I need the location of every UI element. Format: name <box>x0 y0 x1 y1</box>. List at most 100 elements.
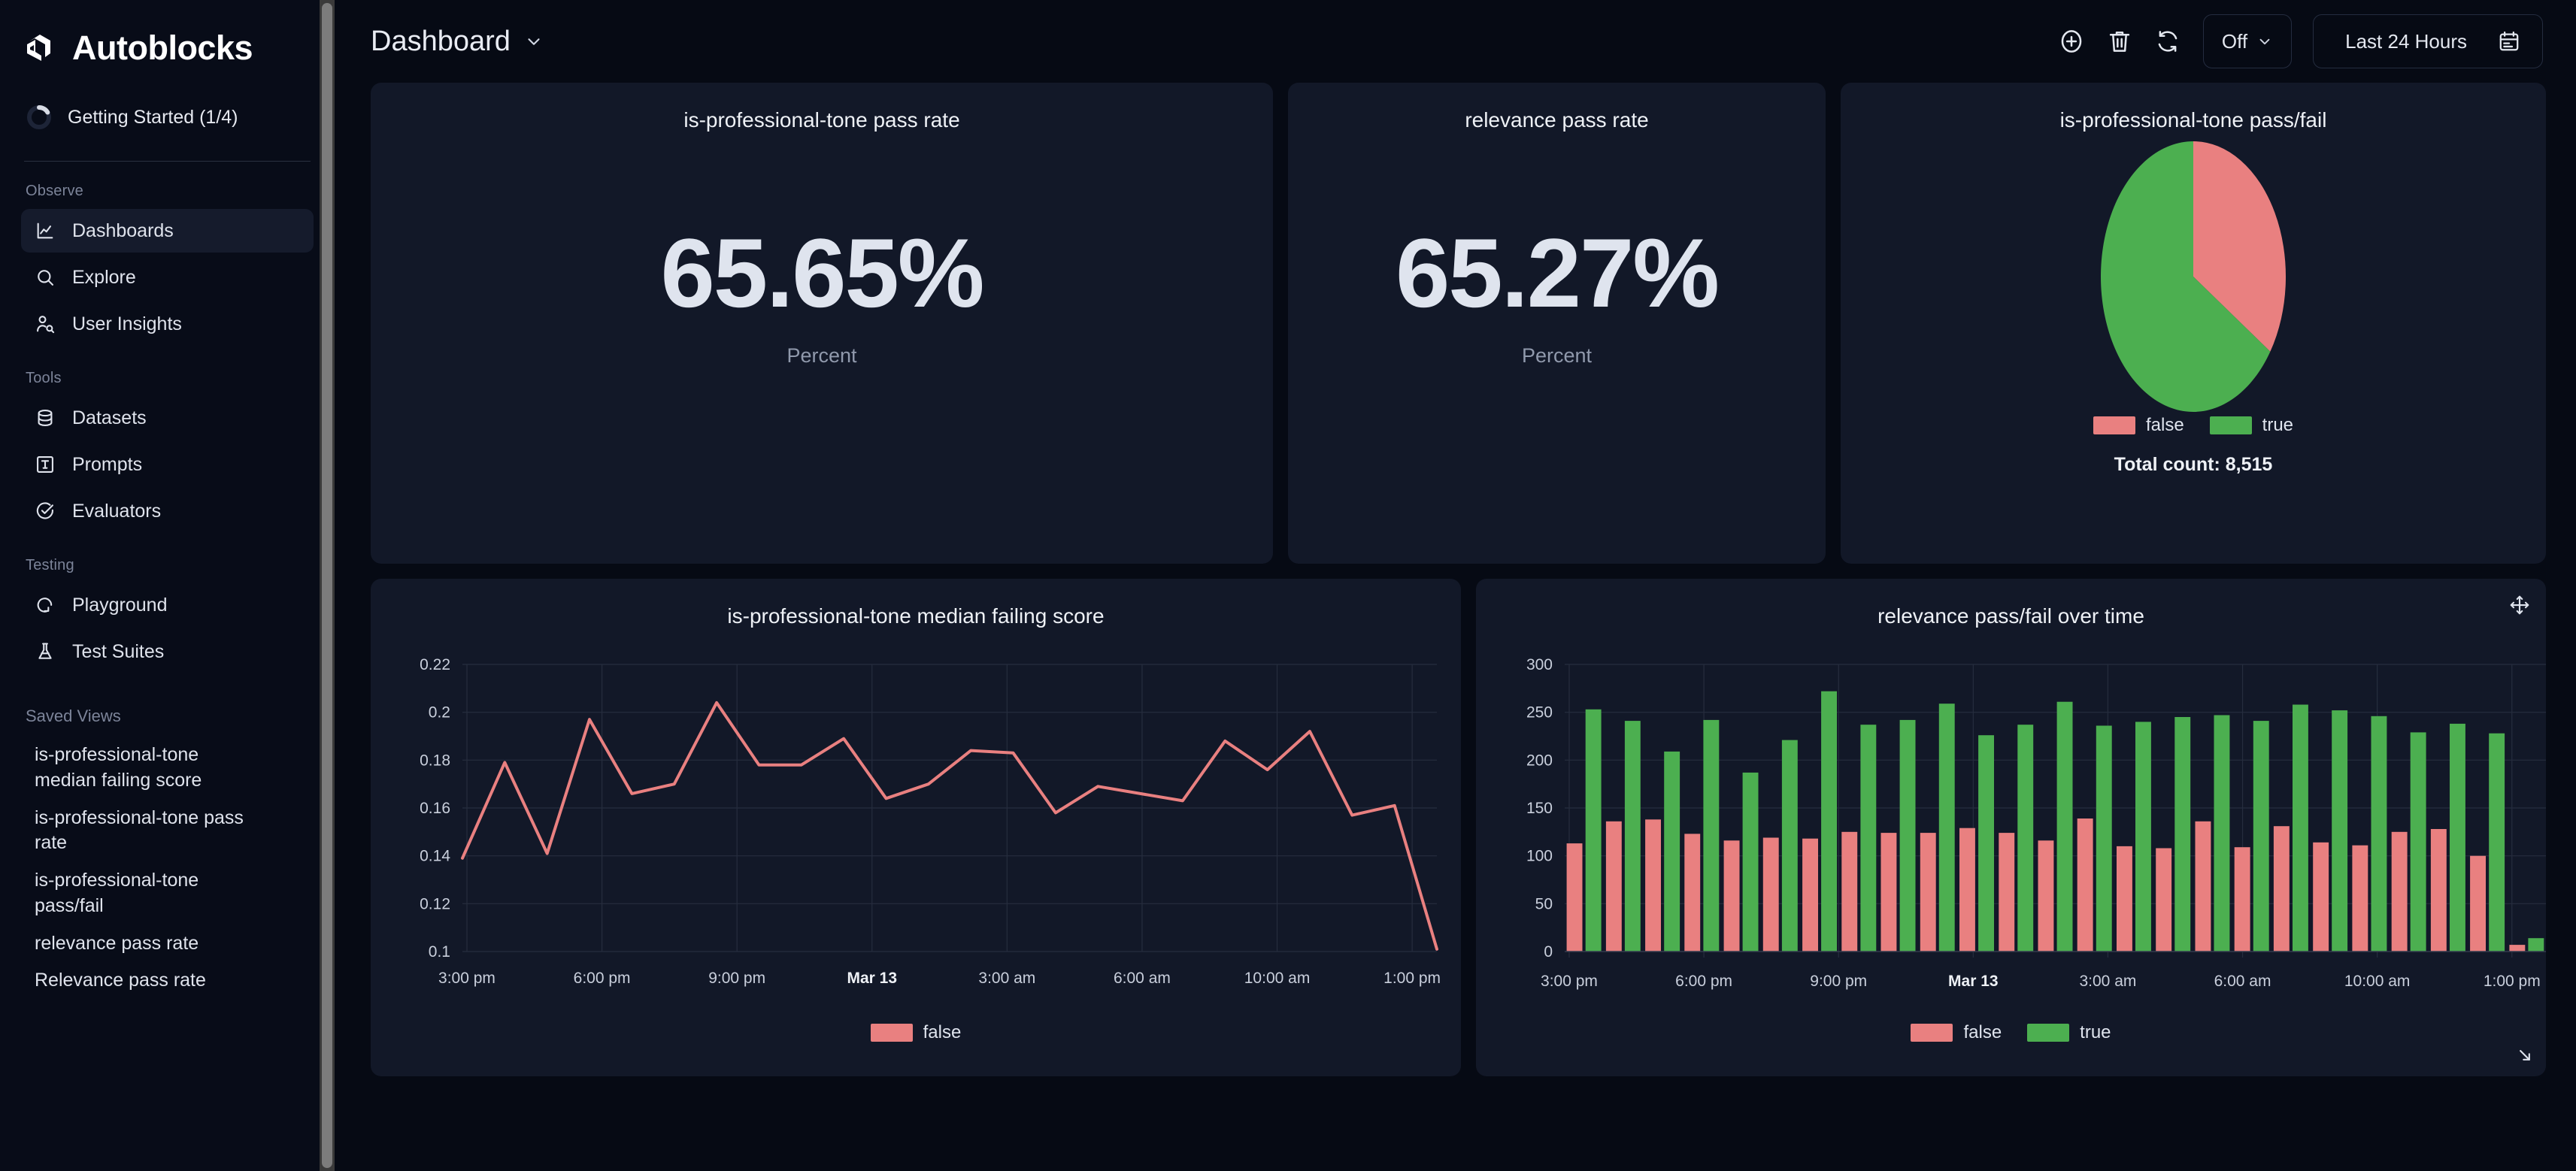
sidebar-item-label: Playground <box>72 594 168 616</box>
sidebar: Autoblocks Getting Started (1/4) Observe… <box>0 0 335 1171</box>
svg-text:3:00 am: 3:00 am <box>978 970 1035 987</box>
stat-unit: Percent <box>1521 344 1593 367</box>
legend-item-false[interactable]: false <box>1911 1022 2002 1043</box>
sidebar-scrollbar-thumb[interactable] <box>322 3 332 1168</box>
sidebar-item-evaluators[interactable]: Evaluators <box>21 489 314 533</box>
legend-swatch <box>2209 416 2252 434</box>
sidebar-item-test-suites[interactable]: Test Suites <box>21 630 314 673</box>
dashboard-grid: is-professional-tone pass rate 65.65% Pe… <box>335 83 2576 1076</box>
sidebar-scrollbar[interactable] <box>320 0 335 1171</box>
topbar-actions <box>2057 27 2182 56</box>
getting-started-button[interactable]: Getting Started (1/4) <box>18 68 317 131</box>
chevron-down-icon <box>2256 33 2273 50</box>
legend-item-false[interactable]: false <box>870 1022 962 1043</box>
svg-text:0.18: 0.18 <box>420 752 450 769</box>
panel-title: relevance pass/fail over time <box>1877 604 2144 628</box>
legend-swatch <box>2027 1024 2070 1042</box>
autoblocks-cube-icon <box>23 31 57 65</box>
stat-unit: Percent <box>786 344 857 367</box>
svg-text:0.1: 0.1 <box>429 943 450 961</box>
sidebar-item-prompts[interactable]: Prompts <box>21 443 314 486</box>
dashboard-selector[interactable]: Dashboard <box>371 26 544 58</box>
svg-text:9:00 pm: 9:00 pm <box>708 970 765 987</box>
brand-name: Autoblocks <box>72 29 253 67</box>
check-circle-icon <box>35 501 56 522</box>
panel-median-failing-score[interactable]: is-professional-tone median failing scor… <box>371 579 1461 1076</box>
search-icon <box>35 267 56 288</box>
svg-text:3:00 pm: 3:00 pm <box>438 970 496 987</box>
saved-view-item[interactable]: is-professional-tone pass/fail <box>18 862 266 925</box>
svg-text:10:00 am: 10:00 am <box>2344 973 2411 990</box>
svg-text:10:00 am: 10:00 am <box>1244 970 1311 987</box>
legend-item-false[interactable]: false <box>2093 415 2184 436</box>
time-range-picker[interactable]: Last 24 Hours <box>2313 14 2543 68</box>
resize-handle-icon[interactable] <box>2514 1045 2535 1066</box>
svg-text:Mar 13: Mar 13 <box>847 970 897 987</box>
saved-view-item[interactable]: relevance pass rate <box>18 925 266 963</box>
topbar: Dashboard Off Last 24 Hours <box>335 0 2576 83</box>
legend-label: false <box>923 1022 962 1042</box>
panel-relevance-pass-rate[interactable]: relevance pass rate 65.27% Percent <box>1288 83 1826 564</box>
pie-chart <box>1841 141 2546 412</box>
svg-text:9:00 pm: 9:00 pm <box>1810 973 1867 990</box>
panel-title: relevance pass rate <box>1465 108 1649 132</box>
line-chart-svg: 0.1 0.12 0.14 0.16 0.18 0.2 0.22 3:00 pm 6:00 pm… <box>420 656 1441 987</box>
text-box-icon <box>35 454 56 475</box>
sidebar-item-playground[interactable]: Playground <box>21 583 314 627</box>
brand[interactable]: Autoblocks <box>18 0 317 68</box>
saved-view-item[interactable]: Relevance pass rate <box>18 962 266 1000</box>
stat-value: 65.27% <box>1396 218 1720 328</box>
sidebar-item-datasets[interactable]: Datasets <box>21 396 314 440</box>
bar-chart-svg: 0 50 100 150 200 250 300 3:00 pm 6:00 pm 9:00 pm M… <box>1526 656 2546 990</box>
panel-is-professional-tone-pass-rate[interactable]: is-professional-tone pass rate 65.65% Pe… <box>371 83 1273 564</box>
panel-relevance-pass-fail-over-time[interactable]: relevance pass/fail over time 0 50 100 150 2… <box>1476 579 2546 1076</box>
saved-view-item[interactable]: is-professional-tone median failing scor… <box>18 737 266 800</box>
sidebar-item-label: Datasets <box>72 407 147 428</box>
sidebar-section-tools: Tools <box>26 370 62 386</box>
auto-refresh-value: Off <box>2221 29 2248 53</box>
svg-text:200: 200 <box>1526 752 1553 769</box>
trash-icon[interactable] <box>2105 27 2134 56</box>
panel-is-professional-tone-pass-fail[interactable]: is-professional-tone pass/fail false tru… <box>1841 83 2546 564</box>
svg-text:6:00 pm: 6:00 pm <box>574 970 631 987</box>
sidebar-item-label: Prompts <box>72 453 143 475</box>
svg-text:250: 250 <box>1526 704 1553 722</box>
svg-text:1:00 pm: 1:00 pm <box>1383 970 1441 987</box>
svg-text:0.2: 0.2 <box>429 704 450 722</box>
saved-view-item[interactable]: is-professional-tone pass rate <box>18 800 266 863</box>
sidebar-item-user-insights[interactable]: User Insights <box>21 302 314 346</box>
legend-swatch <box>1911 1024 1953 1042</box>
sidebar-item-explore[interactable]: Explore <box>21 256 314 299</box>
svg-text:0.16: 0.16 <box>420 800 450 817</box>
getting-started-label: Getting Started (1/4) <box>68 106 238 128</box>
svg-text:100: 100 <box>1526 848 1553 865</box>
svg-text:0.12: 0.12 <box>420 895 450 912</box>
legend-label: true <box>2080 1022 2111 1042</box>
grid-row-2: is-professional-tone median failing scor… <box>371 579 2546 1076</box>
svg-text:0.14: 0.14 <box>420 848 450 865</box>
sidebar-item-dashboards[interactable]: Dashboards <box>21 209 314 253</box>
move-handle-icon[interactable] <box>2508 594 2531 616</box>
sidebar-item-label: Test Suites <box>72 640 165 662</box>
flask-icon <box>35 641 56 662</box>
legend-label: true <box>2262 415 2294 435</box>
legend-item-true[interactable]: true <box>2209 415 2294 436</box>
app-root: Autoblocks Getting Started (1/4) Observe… <box>0 0 2576 1171</box>
legend-label: false <box>1963 1022 2002 1042</box>
svg-text:0: 0 <box>1544 943 1553 961</box>
svg-text:150: 150 <box>1526 800 1553 817</box>
refresh-arrow-icon <box>35 595 56 616</box>
refresh-icon[interactable] <box>2153 27 2182 56</box>
sidebar-item-label: Explore <box>72 266 136 288</box>
auto-refresh-dropdown[interactable]: Off <box>2202 14 2293 68</box>
svg-text:1:00 pm: 1:00 pm <box>2484 973 2541 990</box>
chevron-down-icon <box>524 32 544 51</box>
calendar-icon <box>2497 29 2521 53</box>
legend-item-true[interactable]: true <box>2027 1022 2111 1043</box>
stat-value: 65.65% <box>660 218 985 328</box>
database-icon <box>35 407 56 428</box>
plus-circle-icon[interactable] <box>2057 27 2086 56</box>
sidebar-item-label: Dashboards <box>72 219 174 241</box>
panel-title: is-professional-tone median failing scor… <box>727 604 1105 628</box>
legend-swatch <box>870 1024 913 1042</box>
